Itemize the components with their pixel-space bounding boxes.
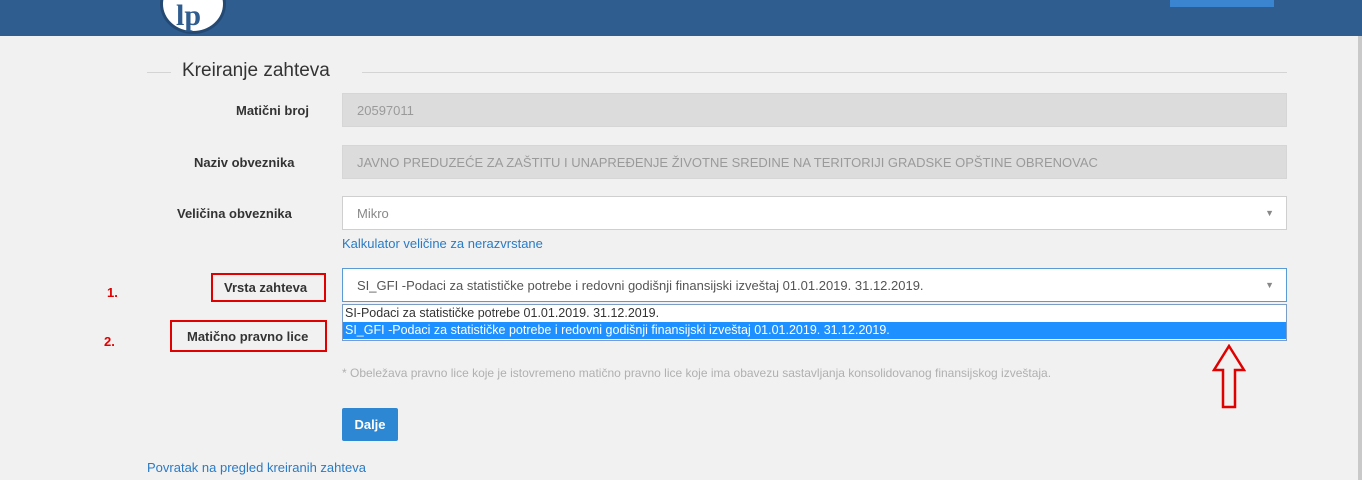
fieldset-divider-left: [147, 72, 171, 73]
annotation-marker-1: 1.: [107, 285, 118, 300]
form-title: Kreiranje zahteva: [182, 60, 330, 81]
velicina-obveznika-select[interactable]: Mikro ▼: [342, 196, 1287, 230]
dropdown-option[interactable]: SI-Podaci za statističke potrebe 01.01.2…: [343, 305, 1286, 322]
vrsta-zahteva-select[interactable]: SI_GFI -Podaci za statističke potrebe i …: [342, 268, 1287, 302]
maticno-pravno-lice-label: Matično pravno lice: [187, 329, 309, 344]
fieldset-divider-right: [362, 72, 1287, 73]
logo[interactable]: lp: [160, 0, 226, 34]
naziv-obveznika-field: JAVNO PREDUZEĆE ZA ZAŠTITU I UNAPREĐENJE…: [342, 145, 1287, 179]
scrollbar-edge[interactable]: [1358, 36, 1362, 480]
annotation-marker-2: 2.: [104, 334, 115, 349]
header-nav-button[interactable]: [1170, 0, 1274, 7]
naziv-obveznika-label: Naziv obveznika: [194, 155, 295, 170]
vrsta-zahteva-dropdown[interactable]: SI-Podaci za statističke potrebe 01.01.2…: [342, 304, 1287, 341]
kalkulator-link[interactable]: Kalkulator veličine za nerazvrstane: [342, 236, 543, 251]
velicina-obveznika-label: Veličina obveznika: [177, 206, 292, 221]
top-header-bar: lp: [0, 0, 1362, 36]
maticni-broj-field: 20597011: [342, 93, 1287, 127]
info-note: * Obeležava pravno lice koje je istovrem…: [342, 366, 1052, 380]
vrsta-selected-value: SI_GFI -Podaci za statističke potrebe i …: [357, 278, 924, 293]
logo-text: lp: [176, 0, 202, 32]
dalje-button[interactable]: Dalje: [342, 408, 398, 441]
maticni-broj-label: Matični broj: [236, 103, 309, 118]
dropdown-option-selected[interactable]: SI_GFI -Podaci za statističke potrebe i …: [343, 322, 1286, 339]
up-arrow-annotation-icon: [1212, 344, 1246, 409]
back-link[interactable]: Povratak na pregled kreiranih zahteva: [147, 460, 366, 475]
chevron-down-icon: ▼: [1265, 280, 1274, 290]
vrsta-zahteva-label: Vrsta zahteva: [224, 280, 308, 295]
chevron-down-icon: ▼: [1265, 208, 1274, 218]
velicina-selected-value: Mikro: [357, 206, 389, 221]
